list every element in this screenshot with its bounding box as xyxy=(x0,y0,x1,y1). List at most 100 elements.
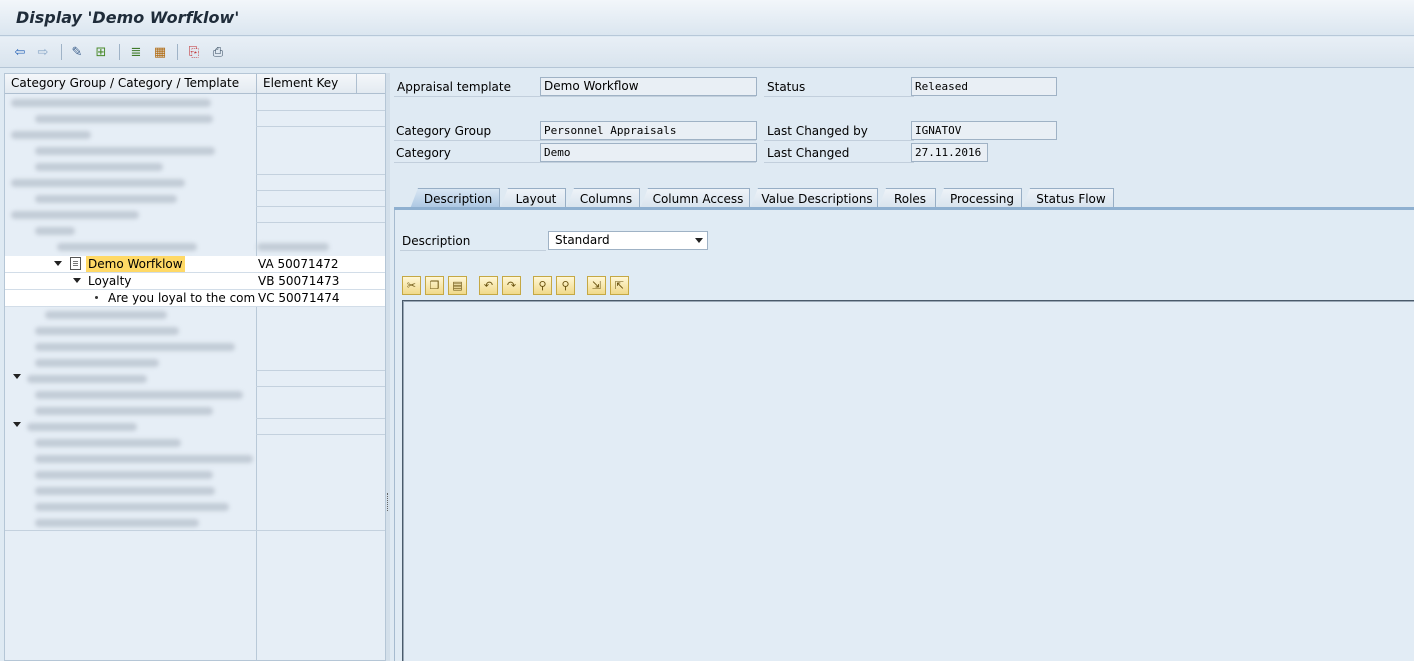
org-chart-icon[interactable]: ▦ xyxy=(151,43,169,61)
column-header-element-key[interactable]: Element Key xyxy=(257,74,357,94)
find-next-icon[interactable]: ⚲ xyxy=(556,276,575,295)
obscured-row xyxy=(35,515,199,531)
edit-glasses-icon[interactable]: ✎ xyxy=(68,43,86,61)
last-changed-by-field: IGNATOV xyxy=(911,121,1057,140)
tab-status-flow[interactable]: Status Flow xyxy=(1022,188,1114,209)
obscured-row xyxy=(27,371,147,387)
paste-icon[interactable]: ▤ xyxy=(448,276,467,295)
last-changed-label: Last Changed xyxy=(767,146,850,160)
obscured-row xyxy=(35,339,235,355)
obscured-row xyxy=(35,143,215,159)
import-icon[interactable]: ⇲ xyxy=(587,276,606,295)
forward-arrow-icon[interactable]: ⇨ xyxy=(34,43,52,61)
obscured-key xyxy=(257,243,329,251)
back-arrow-icon[interactable]: ⇦ xyxy=(11,43,29,61)
row-separator xyxy=(256,386,385,387)
description-text-editor[interactable] xyxy=(402,300,1414,661)
undo-icon[interactable]: ↶ xyxy=(479,276,498,295)
expand-arrow-icon[interactable] xyxy=(54,261,62,266)
bullet-icon xyxy=(95,296,98,299)
tab-description[interactable]: Description xyxy=(410,188,500,209)
expand-arrow-icon[interactable] xyxy=(13,374,21,379)
field-underline xyxy=(764,96,914,97)
export-icon[interactable]: ⇱ xyxy=(610,276,629,295)
title-bar: Display 'Demo Worfklow' xyxy=(0,0,1414,36)
field-underline xyxy=(394,162,756,163)
tab-column-access[interactable]: Column Access xyxy=(640,188,750,209)
chevron-down-icon[interactable] xyxy=(695,238,703,243)
tab-columns[interactable]: Columns xyxy=(566,188,640,209)
column-divider xyxy=(256,94,257,660)
column-header-category[interactable]: Category Group / Category / Template xyxy=(5,74,257,94)
obscured-row xyxy=(35,451,253,467)
tab-layout[interactable]: Layout xyxy=(500,188,566,209)
obscured-row xyxy=(35,435,181,451)
tree-row-category[interactable]: Loyalty VB 50071473 xyxy=(5,273,385,290)
stack-icon[interactable]: ≣ xyxy=(127,43,145,61)
tab-value-descriptions[interactable]: Value Descriptions xyxy=(750,188,878,209)
category-label: Category xyxy=(396,146,451,160)
obscured-row xyxy=(35,355,159,371)
row-separator xyxy=(256,110,385,111)
column-header-spacer xyxy=(357,74,385,94)
tree-row-template[interactable]: Demo Worfklow VA 50071472 xyxy=(5,256,385,273)
tab-processing[interactable]: Processing xyxy=(936,188,1022,209)
obscured-row xyxy=(45,307,167,323)
field-underline xyxy=(394,140,756,141)
element-key: VA 50071472 xyxy=(258,257,339,271)
field-underline xyxy=(764,140,914,141)
find-icon[interactable]: ⚲ xyxy=(533,276,552,295)
tree-item-label: Demo Worfklow xyxy=(86,256,185,272)
page-title: Display 'Demo Worfklow' xyxy=(16,8,240,27)
obscured-row xyxy=(35,387,243,403)
toolbar-separator xyxy=(177,44,178,60)
description-label: Description xyxy=(402,234,471,248)
obscured-row xyxy=(35,467,213,483)
row-separator xyxy=(256,126,385,127)
appraisal-template-field: Demo Workflow xyxy=(540,77,757,96)
toolbar-separator xyxy=(61,44,62,60)
row-separator xyxy=(5,530,385,531)
status-label: Status xyxy=(767,80,806,94)
category-group-field: Personnel Appraisals xyxy=(540,121,757,140)
category-field: Demo xyxy=(540,143,757,162)
hierarchy-icon[interactable]: ⊞ xyxy=(92,43,110,61)
row-separator xyxy=(256,222,385,223)
description-dropdown[interactable]: Standard xyxy=(548,231,708,250)
status-field: Released xyxy=(911,77,1057,96)
obscured-row xyxy=(27,419,137,435)
last-changed-by-label: Last Changed by xyxy=(767,124,868,138)
pdf-icon[interactable]: ⎘ xyxy=(185,43,203,61)
element-key: VC 50071474 xyxy=(258,291,340,305)
row-separator xyxy=(256,434,385,435)
tree-body: Demo Worfklow VA 50071472 Loyalty VB 500… xyxy=(5,94,385,660)
obscured-row xyxy=(11,95,211,111)
row-separator xyxy=(256,174,385,175)
field-underline xyxy=(394,96,756,97)
toolbar-separator xyxy=(119,44,120,60)
application-toolbar: ⇦ ⇨ ✎ ⊞ ≣ ▦ ⎘ ⎙ xyxy=(0,37,1414,68)
expand-arrow-icon[interactable] xyxy=(13,422,21,427)
description-dropdown-value: Standard xyxy=(555,233,610,247)
tree-item-label: Are you loyal to the company? xyxy=(108,291,256,305)
copy-icon[interactable]: ❐ xyxy=(425,276,444,295)
row-separator xyxy=(256,206,385,207)
tree-item-label: Loyalty xyxy=(88,274,132,288)
obscured-row xyxy=(11,175,185,191)
row-separator xyxy=(256,418,385,419)
redo-icon[interactable]: ↷ xyxy=(502,276,521,295)
tree-row-element[interactable]: Are you loyal to the company? VC 5007147… xyxy=(5,290,385,307)
print-preview-icon[interactable]: ⎙ xyxy=(209,43,227,61)
pane-splitter[interactable] xyxy=(386,73,390,661)
tab-roles[interactable]: Roles xyxy=(878,188,936,209)
obscured-row xyxy=(35,499,229,515)
obscured-row xyxy=(35,403,213,419)
last-changed-field: 27.11.2016 xyxy=(911,143,988,162)
obscured-row xyxy=(35,323,179,339)
expand-arrow-icon[interactable] xyxy=(73,278,81,283)
obscured-row xyxy=(35,191,177,207)
field-underline xyxy=(400,250,546,251)
cut-icon[interactable]: ✂ xyxy=(402,276,421,295)
obscured-row xyxy=(35,223,75,239)
row-separator xyxy=(256,370,385,371)
